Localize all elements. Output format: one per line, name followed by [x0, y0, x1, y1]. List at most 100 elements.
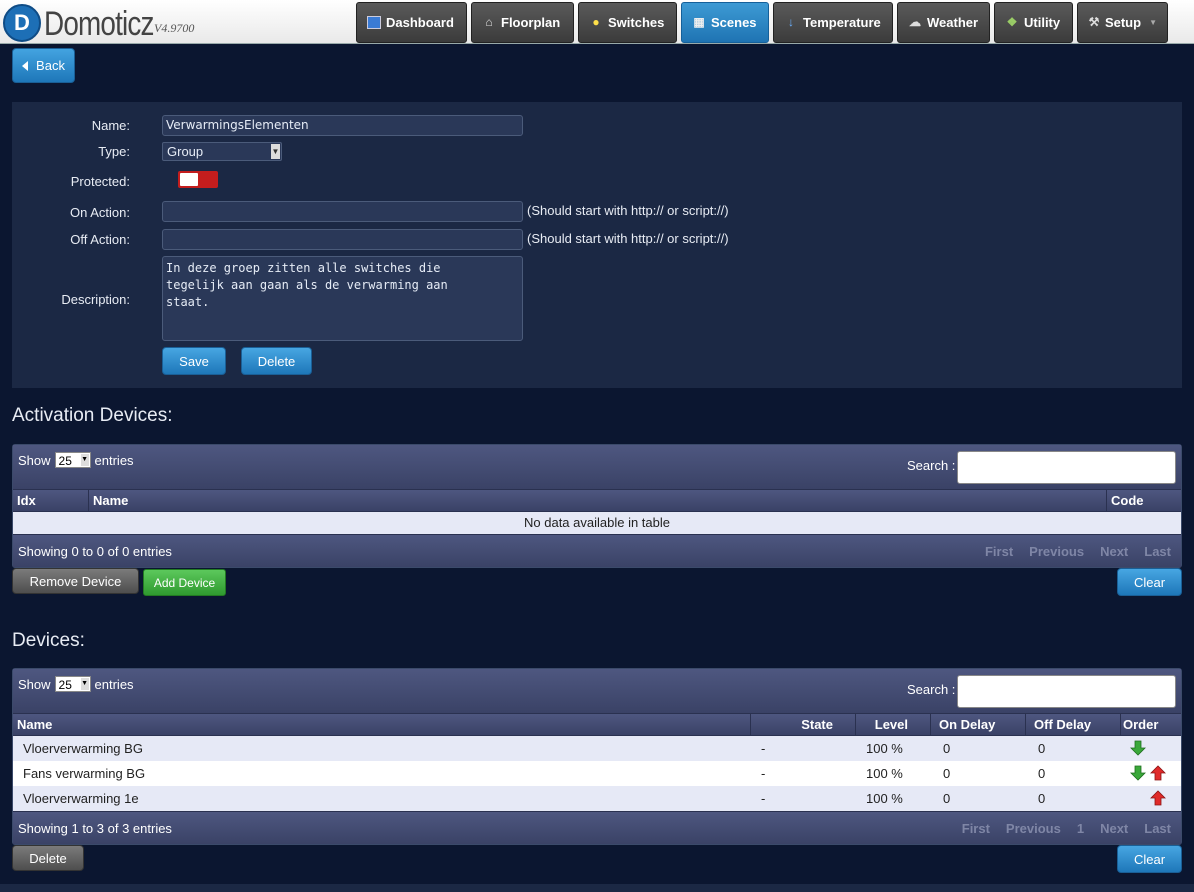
column-level[interactable]: Level: [856, 714, 931, 736]
table-row[interactable]: Fans verwarming BG - 100 % 0 0: [13, 761, 1181, 786]
table-toolbar: Show 25 ▼ entries Search :: [13, 669, 1181, 714]
device-on-delay: 0: [943, 791, 951, 806]
device-off-delay: 0: [1038, 791, 1046, 806]
table-header: Idx Name Code: [13, 490, 1181, 512]
page-first[interactable]: First: [962, 821, 990, 836]
footer-strip: [0, 884, 1194, 892]
nav-label: Temperature: [803, 15, 881, 30]
nav-setup[interactable]: ⚒ Setup ▼: [1077, 2, 1168, 43]
protected-toggle[interactable]: [178, 171, 218, 188]
toggle-knob: [180, 173, 198, 186]
dashboard-icon: [367, 16, 381, 29]
show-label: Show: [18, 676, 51, 692]
nav-label: Setup: [1104, 15, 1142, 30]
column-code[interactable]: Code: [1107, 490, 1181, 512]
entries-length: Show 25 ▼ entries: [18, 676, 134, 692]
search-input[interactable]: [957, 675, 1176, 708]
nav-floorplan[interactable]: ⌂ Floorplan: [471, 2, 574, 43]
off-action-input[interactable]: [162, 229, 523, 250]
entries-select[interactable]: 25 ▼: [54, 452, 91, 468]
search-label: Search :: [907, 458, 956, 473]
page-previous[interactable]: Previous: [1029, 544, 1084, 559]
device-on-delay: 0: [943, 741, 951, 756]
entries-length: Show 25 ▼ entries: [18, 452, 134, 468]
table-row[interactable]: Vloerverwarming BG - 100 % 0 0: [13, 736, 1181, 761]
name-input[interactable]: VerwarmingsElementen: [162, 115, 523, 136]
show-label: Show: [18, 452, 51, 468]
remove-device-button[interactable]: Remove Device: [12, 568, 139, 594]
pagination: First Previous 1 Next Last: [946, 821, 1171, 836]
on-action-label: On Action:: [70, 205, 130, 220]
logo[interactable]: D Domoticz: [3, 4, 178, 42]
table-info: Showing 0 to 0 of 0 entries: [18, 544, 172, 559]
app-name: Domoticz: [44, 5, 154, 43]
empty-text: No data available in table: [524, 515, 670, 530]
devices-title: Devices:: [12, 630, 85, 651]
back-button[interactable]: Back: [12, 48, 75, 83]
nav-label: Switches: [608, 15, 665, 30]
page-first[interactable]: First: [985, 544, 1013, 559]
search-label: Search :: [907, 682, 956, 697]
nav-scenes[interactable]: ▦ Scenes: [681, 2, 769, 43]
name-label: Name:: [91, 118, 130, 133]
on-action-hint: (Should start with http:// or script://): [527, 203, 729, 218]
cloud-icon: ☁: [909, 15, 921, 29]
device-name: Fans verwarming BG: [23, 766, 146, 781]
column-order[interactable]: Order: [1121, 714, 1181, 736]
table-row[interactable]: Vloerverwarming 1e - 100 % 0 0: [13, 786, 1181, 811]
top-bar: D Domoticz V4.9700 Dashboard ⌂ Floorplan…: [0, 0, 1194, 44]
column-off-delay[interactable]: Off Delay: [1026, 714, 1121, 736]
page-next[interactable]: Next: [1100, 544, 1128, 559]
search-input[interactable]: [957, 451, 1176, 484]
page-last[interactable]: Last: [1144, 821, 1171, 836]
protected-label: Protected:: [70, 174, 130, 189]
back-label: Back: [36, 58, 65, 73]
page-last[interactable]: Last: [1144, 544, 1171, 559]
off-action-hint: (Should start with http:// or script://): [527, 231, 729, 246]
chevron-down-icon: ▼: [271, 144, 280, 159]
scene-form: Name: VerwarmingsElementen Type: Group ▼…: [12, 102, 1182, 388]
column-state[interactable]: State: [751, 714, 856, 736]
delete-scene-button[interactable]: Delete: [241, 347, 312, 375]
column-name[interactable]: Name: [89, 490, 1107, 512]
column-idx[interactable]: Idx: [13, 490, 89, 512]
save-button[interactable]: Save: [162, 347, 226, 375]
page-next[interactable]: Next: [1100, 821, 1128, 836]
page-number[interactable]: 1: [1077, 821, 1084, 836]
chevron-down-icon: ▼: [80, 454, 89, 466]
description-textarea[interactable]: In deze groep zitten alle switches die t…: [162, 256, 523, 341]
arrow-down-icon[interactable]: [1130, 765, 1146, 781]
clear-devices-button[interactable]: Clear: [1117, 845, 1182, 873]
nav-label: Scenes: [711, 15, 757, 30]
column-name[interactable]: Name: [13, 714, 751, 736]
table-info: Showing 1 to 3 of 3 entries: [18, 821, 172, 836]
on-action-input[interactable]: [162, 201, 523, 222]
type-select-value: Group: [167, 144, 204, 159]
clear-activation-button[interactable]: Clear: [1117, 568, 1182, 596]
entries-select-value: 25: [58, 454, 72, 468]
device-state: -: [761, 766, 766, 781]
scenes-icon: ▦: [693, 15, 705, 29]
add-device-button[interactable]: Add Device: [143, 569, 226, 596]
nav-switches[interactable]: ● Switches: [578, 2, 677, 43]
arrow-up-icon[interactable]: [1150, 790, 1166, 806]
table-header: Name State Level On Delay Off Delay Orde…: [13, 714, 1181, 736]
entries-select[interactable]: 25 ▼: [54, 676, 91, 692]
entries-select-value: 25: [58, 678, 72, 692]
device-off-delay: 0: [1038, 741, 1046, 756]
nav-temperature[interactable]: ↓ Temperature: [773, 2, 893, 43]
type-label: Type:: [98, 144, 130, 159]
nav-utility[interactable]: ❖ Utility: [994, 2, 1073, 43]
nav-weather[interactable]: ☁ Weather: [897, 2, 990, 43]
table-toolbar: Show 25 ▼ entries Search :: [13, 445, 1181, 490]
nav-dashboard[interactable]: Dashboard: [356, 2, 467, 43]
arrow-up-icon[interactable]: [1150, 765, 1166, 781]
delete-device-button[interactable]: Delete: [12, 845, 84, 871]
page-previous[interactable]: Previous: [1006, 821, 1061, 836]
arrow-down-icon[interactable]: [1130, 740, 1146, 756]
thermometer-icon: ↓: [788, 15, 794, 29]
lightbulb-icon: ●: [592, 15, 600, 29]
column-on-delay[interactable]: On Delay: [931, 714, 1026, 736]
type-select[interactable]: Group ▼: [162, 142, 282, 161]
table-footer: Showing 0 to 0 of 0 entries First Previo…: [13, 534, 1181, 567]
